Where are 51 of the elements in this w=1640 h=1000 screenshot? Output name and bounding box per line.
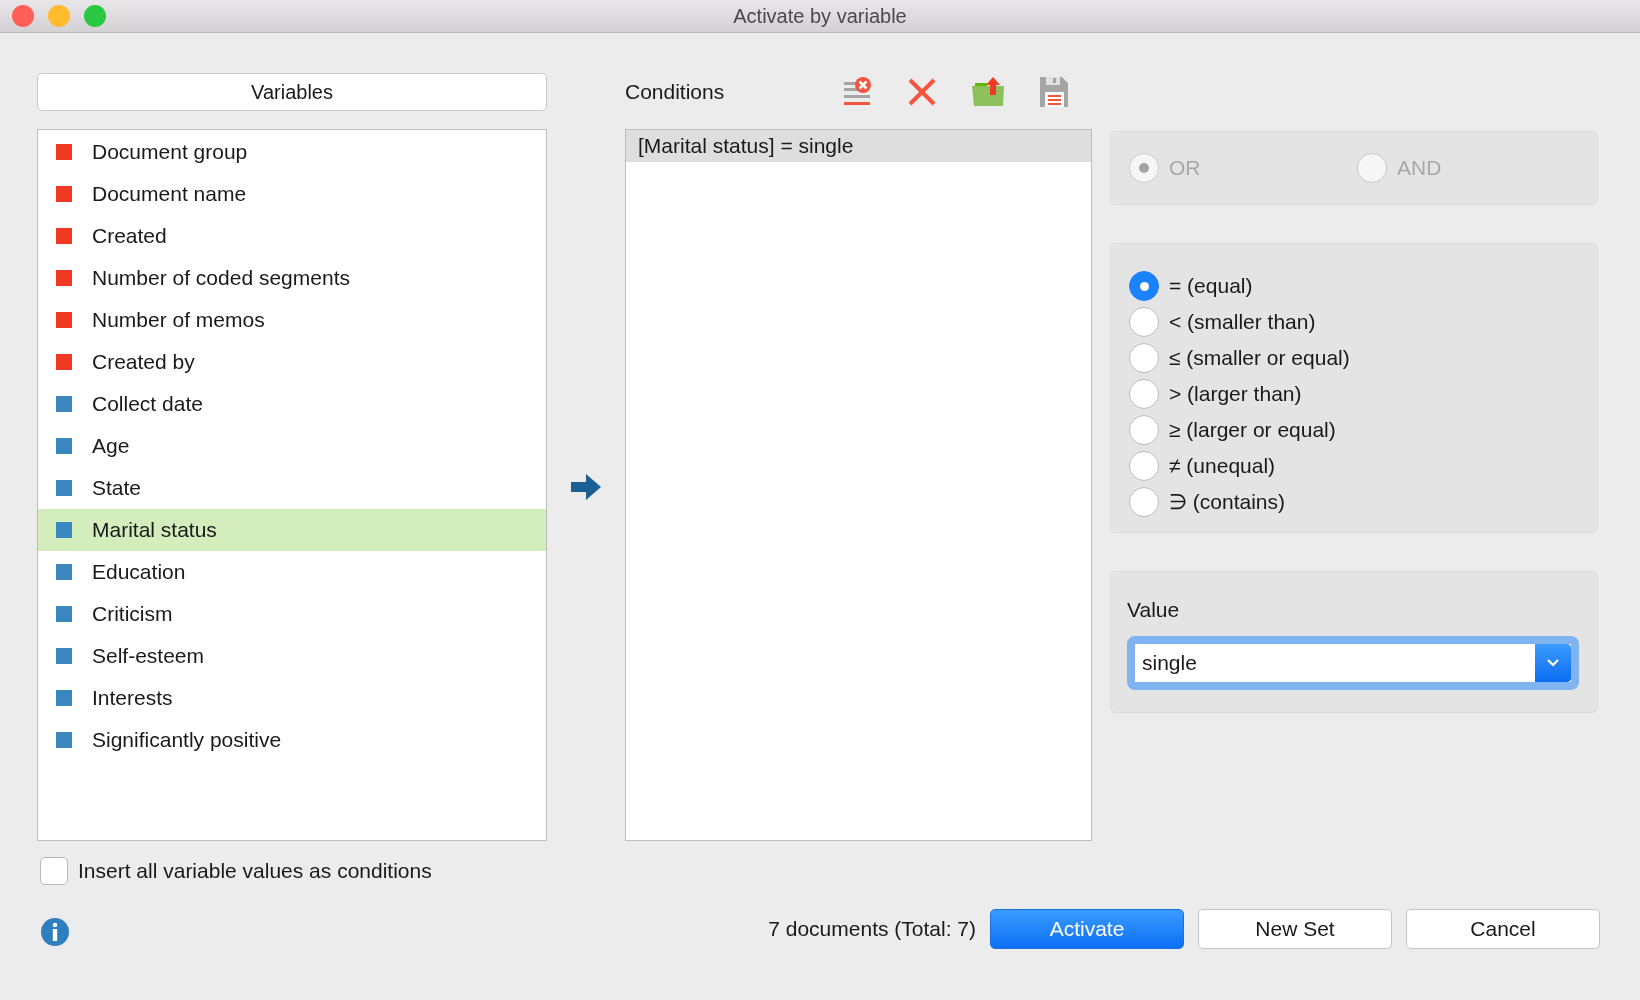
value-label: Value bbox=[1127, 598, 1181, 622]
operator-label: ≤ (smaller or equal) bbox=[1169, 346, 1350, 370]
radio-button[interactable] bbox=[1129, 415, 1159, 445]
variable-item[interactable]: Education bbox=[38, 551, 546, 593]
operator-label: < (smaller than) bbox=[1169, 310, 1316, 334]
variable-item[interactable]: Significantly positive bbox=[38, 719, 546, 761]
operator-label: = (equal) bbox=[1169, 274, 1253, 298]
variable-item[interactable]: Collect date bbox=[38, 383, 546, 425]
condition-item[interactable]: [Marital status] = single bbox=[626, 130, 1091, 162]
conditions-label: Conditions bbox=[625, 80, 726, 104]
checkbox-label: Insert all variable values as conditions bbox=[78, 859, 432, 883]
variable-item[interactable]: Age bbox=[38, 425, 546, 467]
zoom-icon[interactable] bbox=[84, 5, 106, 27]
operator-label: > (larger than) bbox=[1169, 382, 1302, 406]
folder-upload-icon[interactable] bbox=[971, 77, 1005, 107]
right-arrow-icon[interactable] bbox=[571, 473, 601, 501]
checkbox[interactable] bbox=[40, 857, 68, 885]
column-header: Variables bbox=[37, 73, 547, 111]
action-button[interactable]: New Set bbox=[1198, 909, 1392, 949]
value-combo-box[interactable]: single bbox=[1127, 636, 1579, 690]
save-icon[interactable] bbox=[1039, 76, 1069, 108]
variable-item[interactable]: Marital status bbox=[38, 509, 546, 551]
radio-button[interactable] bbox=[1129, 343, 1159, 373]
radio-button[interactable] bbox=[1129, 271, 1159, 301]
variable-item[interactable]: Created bbox=[38, 215, 546, 257]
radio-button[interactable] bbox=[1129, 379, 1159, 409]
variable-item[interactable]: Document group bbox=[38, 131, 546, 173]
variable-item[interactable]: Document name bbox=[38, 173, 546, 215]
variable-item[interactable]: Number of memos bbox=[38, 299, 546, 341]
radio-button[interactable] bbox=[1129, 307, 1159, 337]
info-icon[interactable] bbox=[40, 917, 70, 947]
radio-button[interactable] bbox=[1129, 451, 1159, 481]
status-text: 7 documents (Total: 7) bbox=[768, 917, 976, 941]
radio-button[interactable] bbox=[1129, 487, 1159, 517]
delete-icon[interactable] bbox=[907, 77, 937, 107]
remove-list-icon[interactable] bbox=[843, 77, 873, 107]
operator-label: ≥ (larger or equal) bbox=[1169, 418, 1336, 442]
variable-item[interactable]: State bbox=[38, 467, 546, 509]
operator-label: ∋ (contains) bbox=[1169, 490, 1286, 514]
action-button[interactable]: Activate bbox=[990, 909, 1184, 949]
variable-item[interactable]: Criticism bbox=[38, 593, 546, 635]
variable-item[interactable]: Created by bbox=[38, 341, 546, 383]
action-button[interactable]: Cancel bbox=[1406, 909, 1600, 949]
minimize-icon[interactable] bbox=[48, 5, 70, 27]
variable-item[interactable]: Number of coded segments bbox=[38, 257, 546, 299]
chevron-down-icon[interactable] bbox=[1535, 644, 1571, 682]
variable-item[interactable]: Self-esteem bbox=[38, 635, 546, 677]
window-title: Activate by variable bbox=[733, 4, 907, 28]
close-icon[interactable] bbox=[12, 5, 34, 27]
variable-item[interactable]: Interests bbox=[38, 677, 546, 719]
operator-label: ≠ (unequal) bbox=[1169, 454, 1276, 478]
